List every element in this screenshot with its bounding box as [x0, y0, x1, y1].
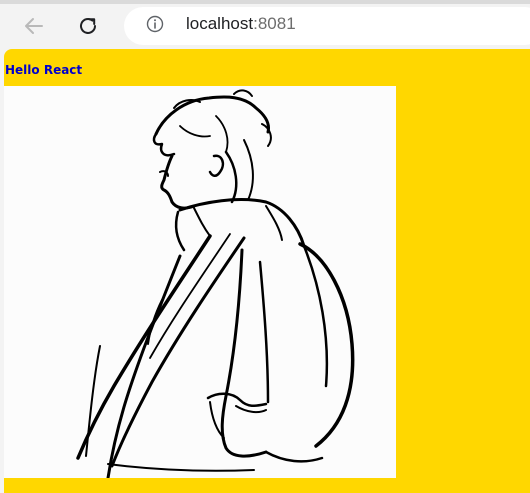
address-bar[interactable] [124, 7, 530, 45]
reload-button[interactable] [72, 10, 104, 42]
address-url[interactable]: localhost:8081 [186, 15, 296, 33]
back-button[interactable] [18, 10, 50, 42]
url-port: :8081 [253, 14, 296, 33]
person-sketch-drawing [76, 89, 355, 478]
page-viewport: Hello React [4, 49, 530, 493]
info-icon[interactable] [146, 15, 164, 33]
sketch-image [4, 86, 396, 478]
reload-icon [80, 17, 96, 34]
arrow-left-icon [25, 18, 43, 34]
url-host: localhost [186, 14, 254, 33]
page-heading: Hello React [5, 63, 83, 77]
